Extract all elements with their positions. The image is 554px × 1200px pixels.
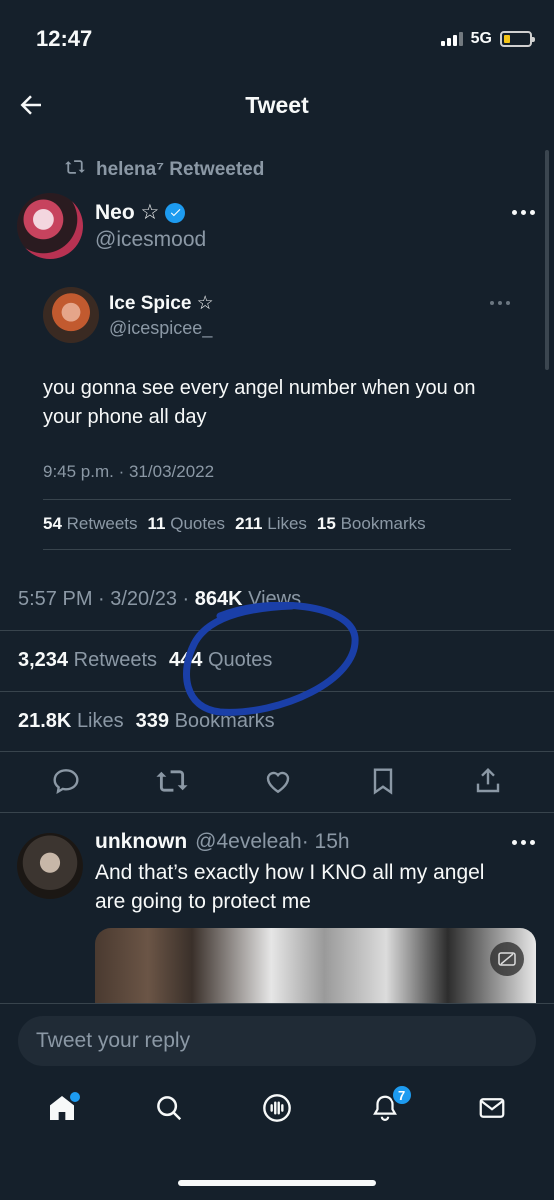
divider <box>0 812 554 813</box>
author-name-row[interactable]: Neo ☆ <box>95 200 186 225</box>
status-indicators: 5G <box>440 30 535 48</box>
spaces-icon <box>261 1092 293 1129</box>
reply-placeholder: Tweet your reply <box>36 1029 191 1052</box>
quoted-stat-bookmarks[interactable]: 15 Bookmarks <box>317 514 426 534</box>
battery-icon <box>500 31 535 47</box>
scrollbar[interactable] <box>545 150 549 370</box>
status-time: 12:47 <box>36 26 93 51</box>
retweet-action-icon[interactable] <box>155 765 189 802</box>
tab-search[interactable] <box>149 1090 189 1130</box>
like-icon[interactable] <box>262 765 294 802</box>
tweet-actions <box>0 765 554 802</box>
reply-age: · 15h <box>301 830 350 853</box>
reply-more-icon[interactable] <box>512 840 535 845</box>
tab-home[interactable] <box>42 1090 82 1130</box>
home-indicator-dot <box>69 1092 80 1102</box>
divider <box>43 499 511 500</box>
quoted-author-name: Ice Spice ☆ <box>109 293 214 314</box>
quoted-avatar[interactable] <box>43 287 99 343</box>
author-name: Neo ☆ <box>95 201 160 224</box>
circle-annotation <box>183 602 359 716</box>
divider <box>0 751 554 752</box>
retweet-icon <box>64 158 86 182</box>
tab-spaces[interactable] <box>257 1090 297 1130</box>
stat-retweets[interactable]: 3,234 Retweets <box>18 649 157 672</box>
bookmark-icon[interactable] <box>367 765 399 802</box>
notification-badge: 7 <box>390 1084 413 1106</box>
divider <box>43 549 511 550</box>
quoted-more-icon[interactable] <box>490 301 510 305</box>
reply-avatar[interactable] <box>17 833 83 899</box>
reply-author-name: unknown <box>95 830 188 853</box>
retweet-context[interactable]: helena⁷ Retweeted <box>64 158 264 182</box>
quoted-stats: 54 Retweets 11 Quotes 211 Likes 15 Bookm… <box>43 514 426 534</box>
tweet-timestamp: 5:57 PM · 3/20/23 · <box>18 588 195 610</box>
tab-bar: 7 <box>0 1084 554 1130</box>
reply-composer[interactable]: Tweet your reply <box>18 1016 536 1066</box>
quoted-stat-quotes[interactable]: 11 Quotes <box>148 514 226 534</box>
author-handle: @icesmood <box>95 228 207 251</box>
network-label: 5G <box>470 30 492 47</box>
signal-icon <box>440 32 463 46</box>
quoted-timestamp: 9:45 p.m. · 31/03/2022 <box>43 462 215 481</box>
search-icon <box>154 1093 184 1128</box>
share-icon[interactable] <box>472 765 504 802</box>
quoted-stat-retweets[interactable]: 54 Retweets <box>43 514 138 534</box>
tab-notifications[interactable]: 7 <box>365 1084 413 1130</box>
quoted-stat-likes[interactable]: 211 Likes <box>235 514 307 534</box>
stat-likes[interactable]: 21.8K Likes <box>18 710 124 733</box>
verified-icon <box>165 202 186 223</box>
reply-header[interactable]: unknown @4eveleah · 15h <box>95 830 350 854</box>
quoted-author-handle: @icespicee_ <box>109 318 213 338</box>
reply-author-handle: @4eveleah <box>195 830 302 853</box>
reply-text: And that’s exactly how I KNO all my ange… <box>95 861 485 913</box>
quoted-text: you gonna see every angel number when yo… <box>43 377 476 428</box>
tab-messages[interactable] <box>472 1090 512 1130</box>
mail-icon <box>477 1093 507 1128</box>
page-title: Tweet <box>245 92 309 118</box>
captions-icon[interactable] <box>490 942 524 976</box>
avatar[interactable] <box>17 193 83 259</box>
more-icon[interactable] <box>512 210 535 215</box>
reply-icon[interactable] <box>50 765 82 802</box>
home-indicator[interactable] <box>178 1180 376 1186</box>
retweet-label: helena⁷ Retweeted <box>96 159 265 180</box>
